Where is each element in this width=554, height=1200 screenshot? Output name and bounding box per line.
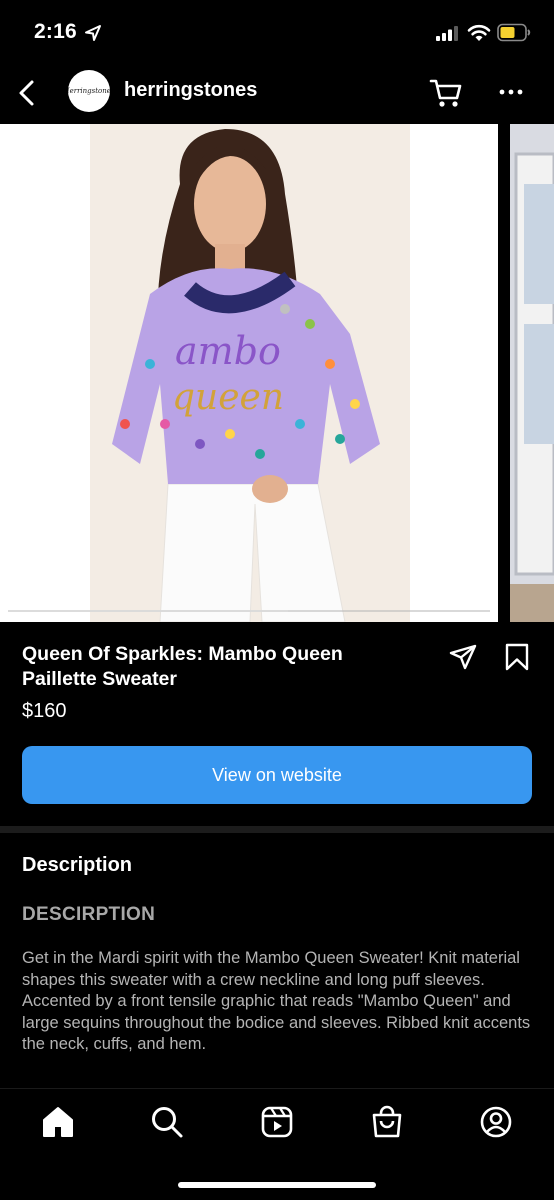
view-on-website-button[interactable]: View on website <box>22 746 532 804</box>
carousel-progress-fill <box>8 610 288 612</box>
shop-avatar[interactable]: Herringstones <box>68 70 110 112</box>
location-arrow-icon <box>85 25 101 41</box>
status-bar: 2:16 <box>0 0 554 64</box>
description-subheading: DESCIRPTION <box>22 904 156 925</box>
carousel-progress-track <box>8 610 490 612</box>
svg-text:ambo: ambo <box>175 329 281 373</box>
profile-icon[interactable] <box>479 1105 513 1139</box>
product-image-carousel[interactable]: ambo queen <box>0 124 554 622</box>
home-icon[interactable] <box>41 1105 75 1139</box>
wifi-icon <box>467 24 491 41</box>
more-options-icon[interactable] <box>498 82 524 102</box>
product-image[interactable]: ambo queen <box>0 124 498 622</box>
reels-icon[interactable] <box>260 1105 294 1139</box>
svg-text:queen: queen <box>172 377 284 418</box>
back-icon[interactable] <box>14 78 40 108</box>
avatar-logo: Herringstones <box>68 87 110 95</box>
shop-icon[interactable] <box>370 1105 404 1139</box>
next-photo-illustration <box>510 124 554 622</box>
shop-name[interactable]: herringstones <box>124 79 257 102</box>
product-price: $160 <box>22 700 67 722</box>
share-icon[interactable] <box>448 643 478 671</box>
search-icon[interactable] <box>150 1105 184 1139</box>
description-heading: Description <box>22 854 133 876</box>
shopping-cart-icon[interactable] <box>428 76 464 110</box>
description-body: Get in the Mardi spirit with the Mambo Q… <box>22 949 531 1053</box>
product-title: Queen Of Sparkles: Mambo Queen Paillette… <box>22 643 343 690</box>
status-time: 2:16 <box>34 20 77 43</box>
section-divider <box>0 826 554 833</box>
cellular-signal-icon <box>436 26 458 41</box>
bookmark-icon[interactable] <box>504 643 530 671</box>
next-product-image[interactable] <box>510 124 554 622</box>
product-photo-illustration: ambo queen <box>0 124 498 622</box>
battery-icon <box>497 23 531 42</box>
home-indicator <box>178 1182 376 1188</box>
top-nav-bar: Herringstones herringstones <box>0 64 554 124</box>
